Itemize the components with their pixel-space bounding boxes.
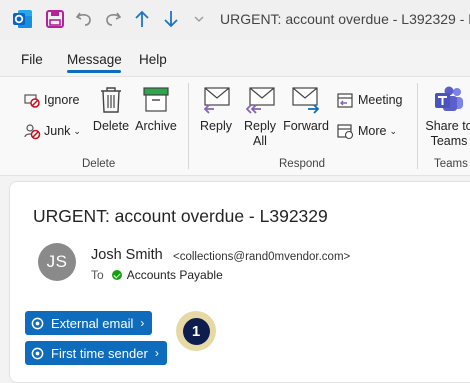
first-time-sender-tag[interactable]: First time sender › bbox=[25, 341, 167, 365]
shield-icon bbox=[31, 347, 44, 359]
meeting-button[interactable]: Meeting bbox=[336, 91, 402, 109]
archive-icon bbox=[143, 87, 169, 112]
teams-icon bbox=[435, 86, 463, 111]
reply-all-icon bbox=[245, 87, 275, 114]
to-label: To bbox=[91, 268, 104, 282]
share-to-teams-button[interactable]: Share to Teams bbox=[424, 85, 470, 149]
redo-icon[interactable] bbox=[104, 8, 122, 30]
ignore-icon bbox=[24, 94, 40, 108]
shield-icon bbox=[31, 317, 44, 329]
reply-all-button[interactable]: Reply All bbox=[240, 85, 280, 149]
trash-icon bbox=[101, 87, 121, 113]
more-respond-icon bbox=[337, 124, 354, 140]
presence-available-icon bbox=[111, 270, 122, 280]
window-title: URGENT: account overdue - L392329 - M bbox=[220, 11, 470, 27]
recipient-row: To Accounts Payable bbox=[91, 268, 223, 282]
first-time-sender-label: First time sender bbox=[51, 345, 148, 361]
respond-group-label: Respond bbox=[279, 158, 326, 170]
external-email-label: External email bbox=[51, 315, 134, 331]
ribbon: Ignore Junk ⌄ Delete Archive Delete Repl… bbox=[0, 76, 470, 176]
ribbon-separator bbox=[188, 83, 189, 169]
undo-icon[interactable] bbox=[75, 8, 93, 30]
chevron-down-icon: ⌄ bbox=[389, 125, 398, 136]
external-email-tag[interactable]: External email › bbox=[25, 311, 153, 335]
forward-label: Forward bbox=[283, 119, 329, 133]
email-subject: URGENT: account overdue - L392329 bbox=[33, 206, 328, 226]
delete-button[interactable]: Delete bbox=[92, 85, 130, 134]
forward-button[interactable]: Forward bbox=[283, 85, 329, 134]
menu-help[interactable]: Help bbox=[139, 52, 167, 67]
down-arrow-icon[interactable] bbox=[163, 8, 179, 30]
junk-button[interactable]: Junk ⌄ bbox=[23, 122, 81, 140]
ignore-button[interactable]: Ignore bbox=[23, 91, 79, 109]
up-arrow-icon[interactable] bbox=[134, 8, 150, 30]
chevron-down-icon: ⌄ bbox=[73, 125, 81, 136]
more-label: More bbox=[358, 124, 387, 138]
reply-all-label-1: Reply bbox=[244, 119, 276, 133]
delete-group-label: Delete bbox=[82, 158, 116, 170]
outlook-icon[interactable] bbox=[12, 8, 34, 30]
save-icon[interactable] bbox=[45, 8, 65, 30]
chevron-right-icon: › bbox=[140, 316, 145, 330]
archive-button[interactable]: Archive bbox=[133, 85, 179, 134]
callout-number: 1 bbox=[182, 317, 210, 345]
junk-icon bbox=[24, 124, 41, 140]
reply-icon bbox=[203, 87, 230, 114]
ribbon-separator bbox=[417, 83, 418, 169]
reply-label: Reply bbox=[200, 119, 232, 133]
reply-button[interactable]: Reply bbox=[197, 85, 235, 134]
sender-name[interactable]: Josh Smith bbox=[91, 247, 163, 263]
menu-message[interactable]: Message bbox=[67, 52, 122, 67]
active-tab-indicator bbox=[67, 70, 121, 73]
meeting-icon bbox=[337, 93, 353, 108]
meeting-label: Meeting bbox=[358, 93, 403, 107]
archive-label: Archive bbox=[135, 119, 177, 133]
delete-label: Delete bbox=[92, 119, 130, 133]
ignore-label: Ignore bbox=[44, 93, 80, 107]
junk-label: Junk bbox=[44, 124, 71, 138]
share-to-teams-label-1: Share to bbox=[425, 119, 470, 133]
recipient-name[interactable]: Accounts Payable bbox=[127, 268, 223, 282]
callout-badge: 1 bbox=[176, 311, 216, 351]
share-to-teams-label-2: Teams bbox=[430, 134, 468, 148]
menu-file[interactable]: File bbox=[21, 52, 43, 67]
avatar[interactable]: JS bbox=[38, 243, 76, 281]
title-bar: URGENT: account overdue - L392329 - M bbox=[0, 0, 470, 40]
chevron-right-icon: › bbox=[154, 346, 159, 360]
forward-icon bbox=[292, 87, 320, 114]
reply-all-label-2: All bbox=[253, 134, 267, 148]
customize-chevron-icon[interactable] bbox=[193, 8, 205, 30]
more-button[interactable]: More ⌄ bbox=[336, 122, 397, 140]
sender-email[interactable]: <collections@rand0mvendor.com> bbox=[173, 251, 350, 263]
teams-group-label: Teams bbox=[434, 158, 468, 170]
